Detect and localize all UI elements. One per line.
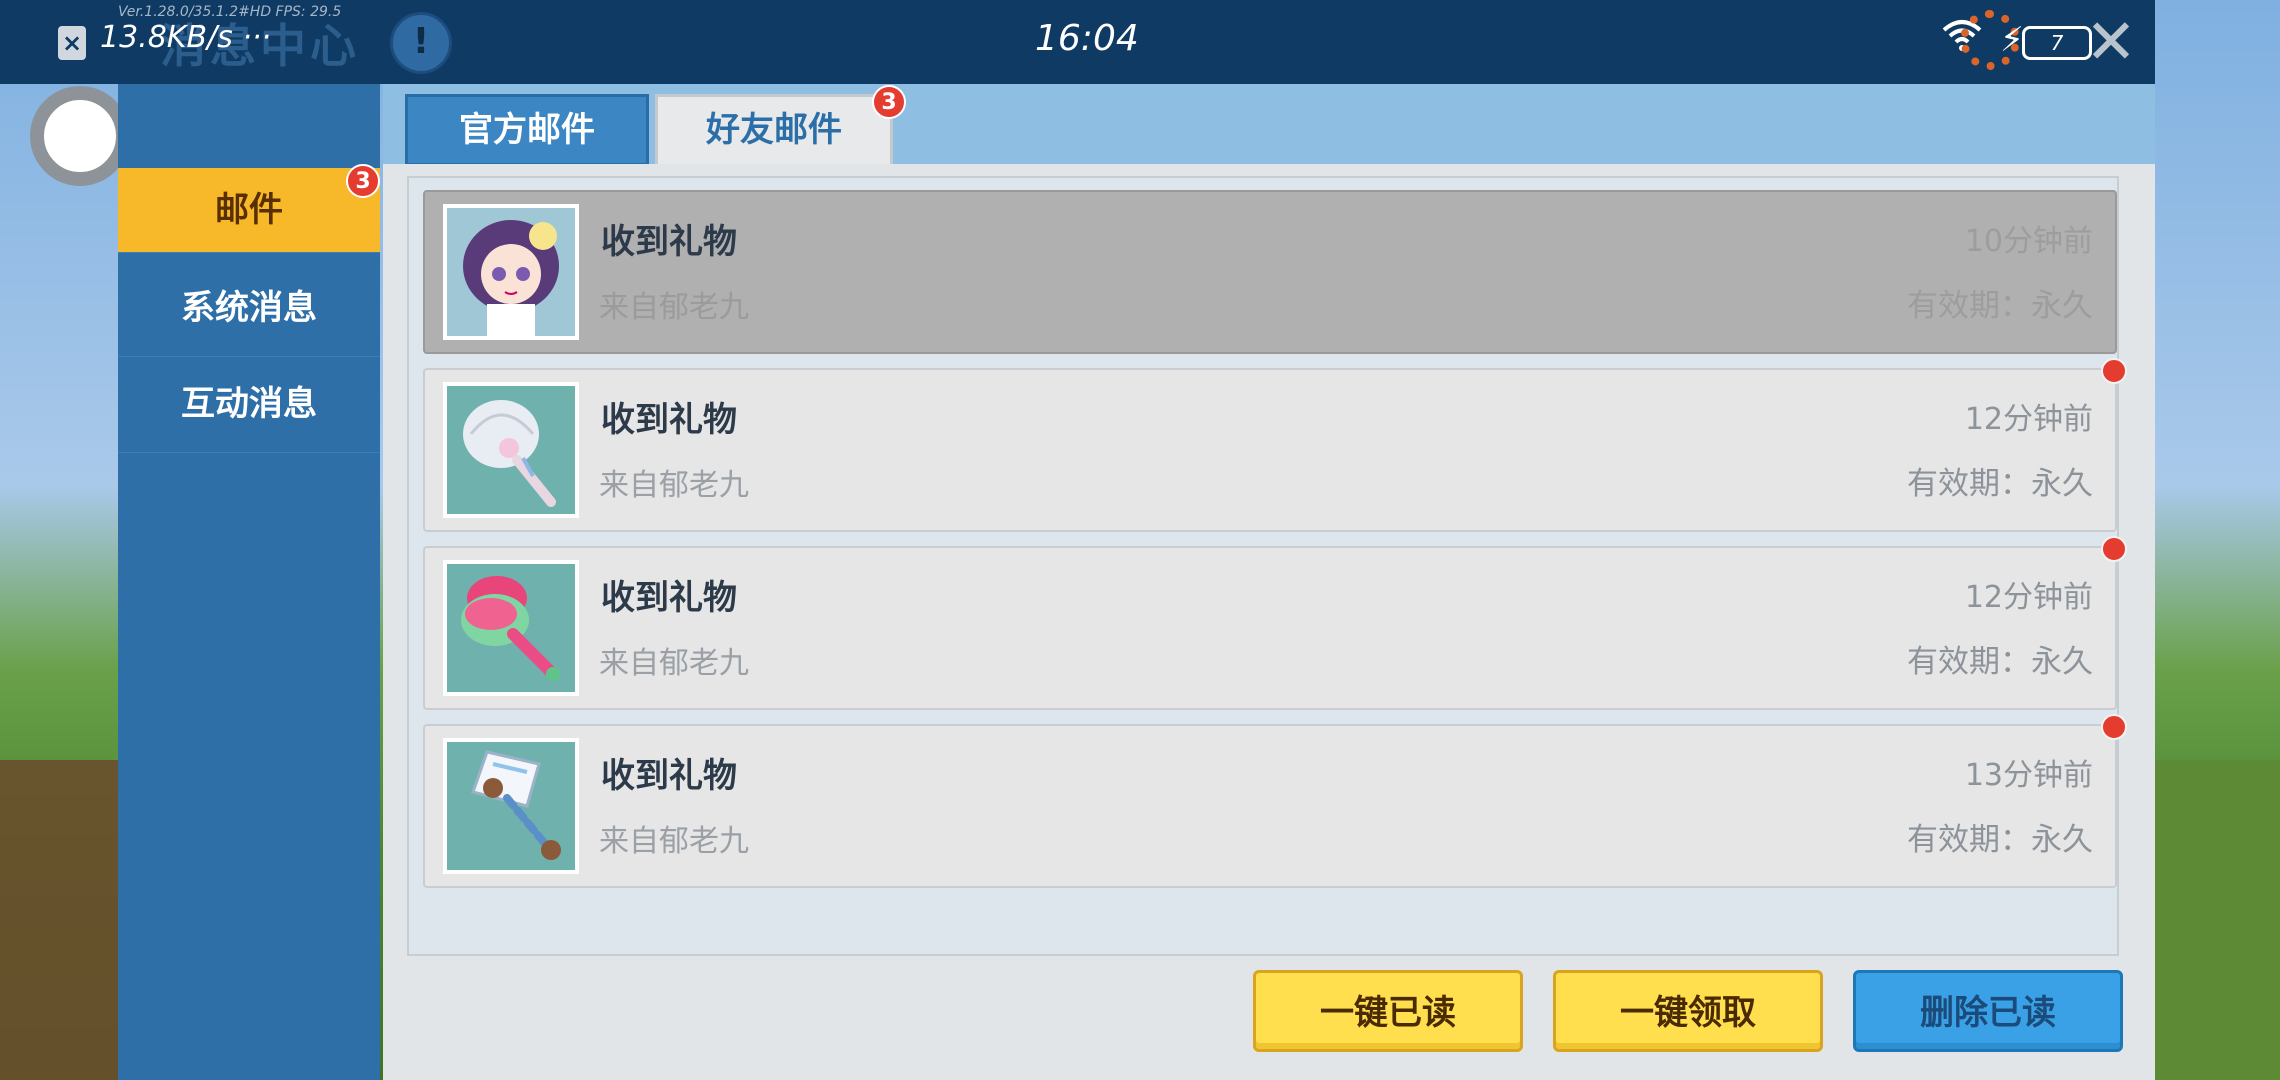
mail-item[interactable]: 收到礼物 来自郁老九 12分钟前 有效期：永久 bbox=[423, 536, 2127, 710]
mail-list[interactable]: 收到礼物 来自郁老九 10分钟前 有效期：永久 收到礼物 来自郁老九 12分钟前… bbox=[407, 176, 2127, 956]
character-portrait-icon bbox=[443, 204, 579, 340]
sidebar-item-system-messages[interactable]: 系统消息 bbox=[118, 260, 380, 357]
mail-sender: 来自郁老九 bbox=[599, 468, 749, 503]
sidebar: 邮件 3 系统消息 互动消息 bbox=[118, 84, 380, 1080]
mail-sender: 来自郁老九 bbox=[599, 646, 749, 681]
unread-badge: 3 bbox=[872, 85, 906, 119]
main-panel: 官方邮件 好友邮件 3 收到礼物 来自郁老九 10分钟前 有效期：永久 收到礼物… bbox=[383, 84, 2155, 1080]
delete-read-button[interactable]: 删除已读 bbox=[1853, 970, 2123, 1052]
notification-close-icon[interactable]: × bbox=[58, 26, 86, 60]
bear-paw-axe-icon bbox=[443, 738, 579, 874]
mail-time: 12分钟前 bbox=[1964, 580, 2093, 615]
mail-item[interactable]: 收到礼物 来自郁老九 13分钟前 有效期：永久 bbox=[423, 714, 2127, 888]
unread-dot bbox=[2101, 714, 2127, 740]
mail-item[interactable]: 收到礼物 来自郁老九 12分钟前 有效期：永久 bbox=[423, 358, 2127, 532]
mail-item[interactable]: 收到礼物 来自郁老九 10分钟前 有效期：永久 bbox=[423, 190, 2117, 354]
sidebar-item-mail[interactable]: 邮件 3 bbox=[118, 164, 380, 253]
tab-friend-mail[interactable]: 好友邮件 3 bbox=[655, 85, 906, 171]
background-scenery-left bbox=[0, 760, 130, 1080]
mail-time: 13分钟前 bbox=[1964, 758, 2093, 793]
sidebar-item-label: 互动消息 bbox=[181, 384, 317, 424]
mail-expiry: 有效期：永久 bbox=[1907, 466, 2093, 502]
charging-icon: ⚡ bbox=[2000, 20, 2024, 60]
mail-title: 收到礼物 bbox=[601, 756, 737, 796]
mail-sender: 来自郁老九 bbox=[599, 290, 749, 325]
mail-title: 收到礼物 bbox=[601, 222, 737, 262]
mail-time: 10分钟前 bbox=[1964, 224, 2093, 259]
sidebar-item-interaction-messages[interactable]: 互动消息 bbox=[118, 356, 380, 453]
read-all-button[interactable]: 一键已读 bbox=[1253, 970, 1523, 1052]
info-icon[interactable]: ! bbox=[390, 12, 452, 74]
battery-icon: 7 bbox=[2022, 26, 2092, 60]
clock: 16:04 bbox=[1035, 18, 1139, 59]
net-speed: 13.8KB/s ··· bbox=[100, 20, 271, 55]
mail-expiry: 有效期：永久 bbox=[1907, 288, 2093, 324]
watermelon-hammer-icon bbox=[443, 560, 579, 696]
sidebar-item-label: 系统消息 bbox=[181, 288, 317, 328]
sidebar-item-label: 邮件 bbox=[215, 190, 283, 230]
tab-label: 官方邮件 bbox=[459, 110, 595, 150]
mail-title: 收到礼物 bbox=[601, 578, 737, 618]
tab-official-mail[interactable]: 官方邮件 bbox=[405, 94, 649, 166]
mail-sender: 来自郁老九 bbox=[599, 824, 749, 859]
claim-all-button[interactable]: 一键领取 bbox=[1553, 970, 1823, 1052]
mail-expiry: 有效期：永久 bbox=[1907, 644, 2093, 680]
tab-label: 好友邮件 bbox=[706, 110, 842, 150]
unread-dot bbox=[2101, 358, 2127, 384]
shell-wand-icon bbox=[443, 382, 579, 518]
background-scenery-right bbox=[2140, 760, 2280, 1080]
mail-time: 12分钟前 bbox=[1964, 402, 2093, 437]
unread-dot bbox=[2101, 536, 2127, 562]
mail-title: 收到礼物 bbox=[601, 400, 737, 440]
top-status-bar: Ver.1.28.0/35.1.2#HD FPS: 29.5 × 消息中心 13… bbox=[0, 0, 2155, 84]
unread-badge: 3 bbox=[346, 164, 380, 198]
mail-expiry: 有效期：永久 bbox=[1907, 822, 2093, 858]
floating-assist-icon[interactable] bbox=[30, 86, 130, 186]
close-icon[interactable]: ✕ bbox=[2085, 10, 2137, 74]
